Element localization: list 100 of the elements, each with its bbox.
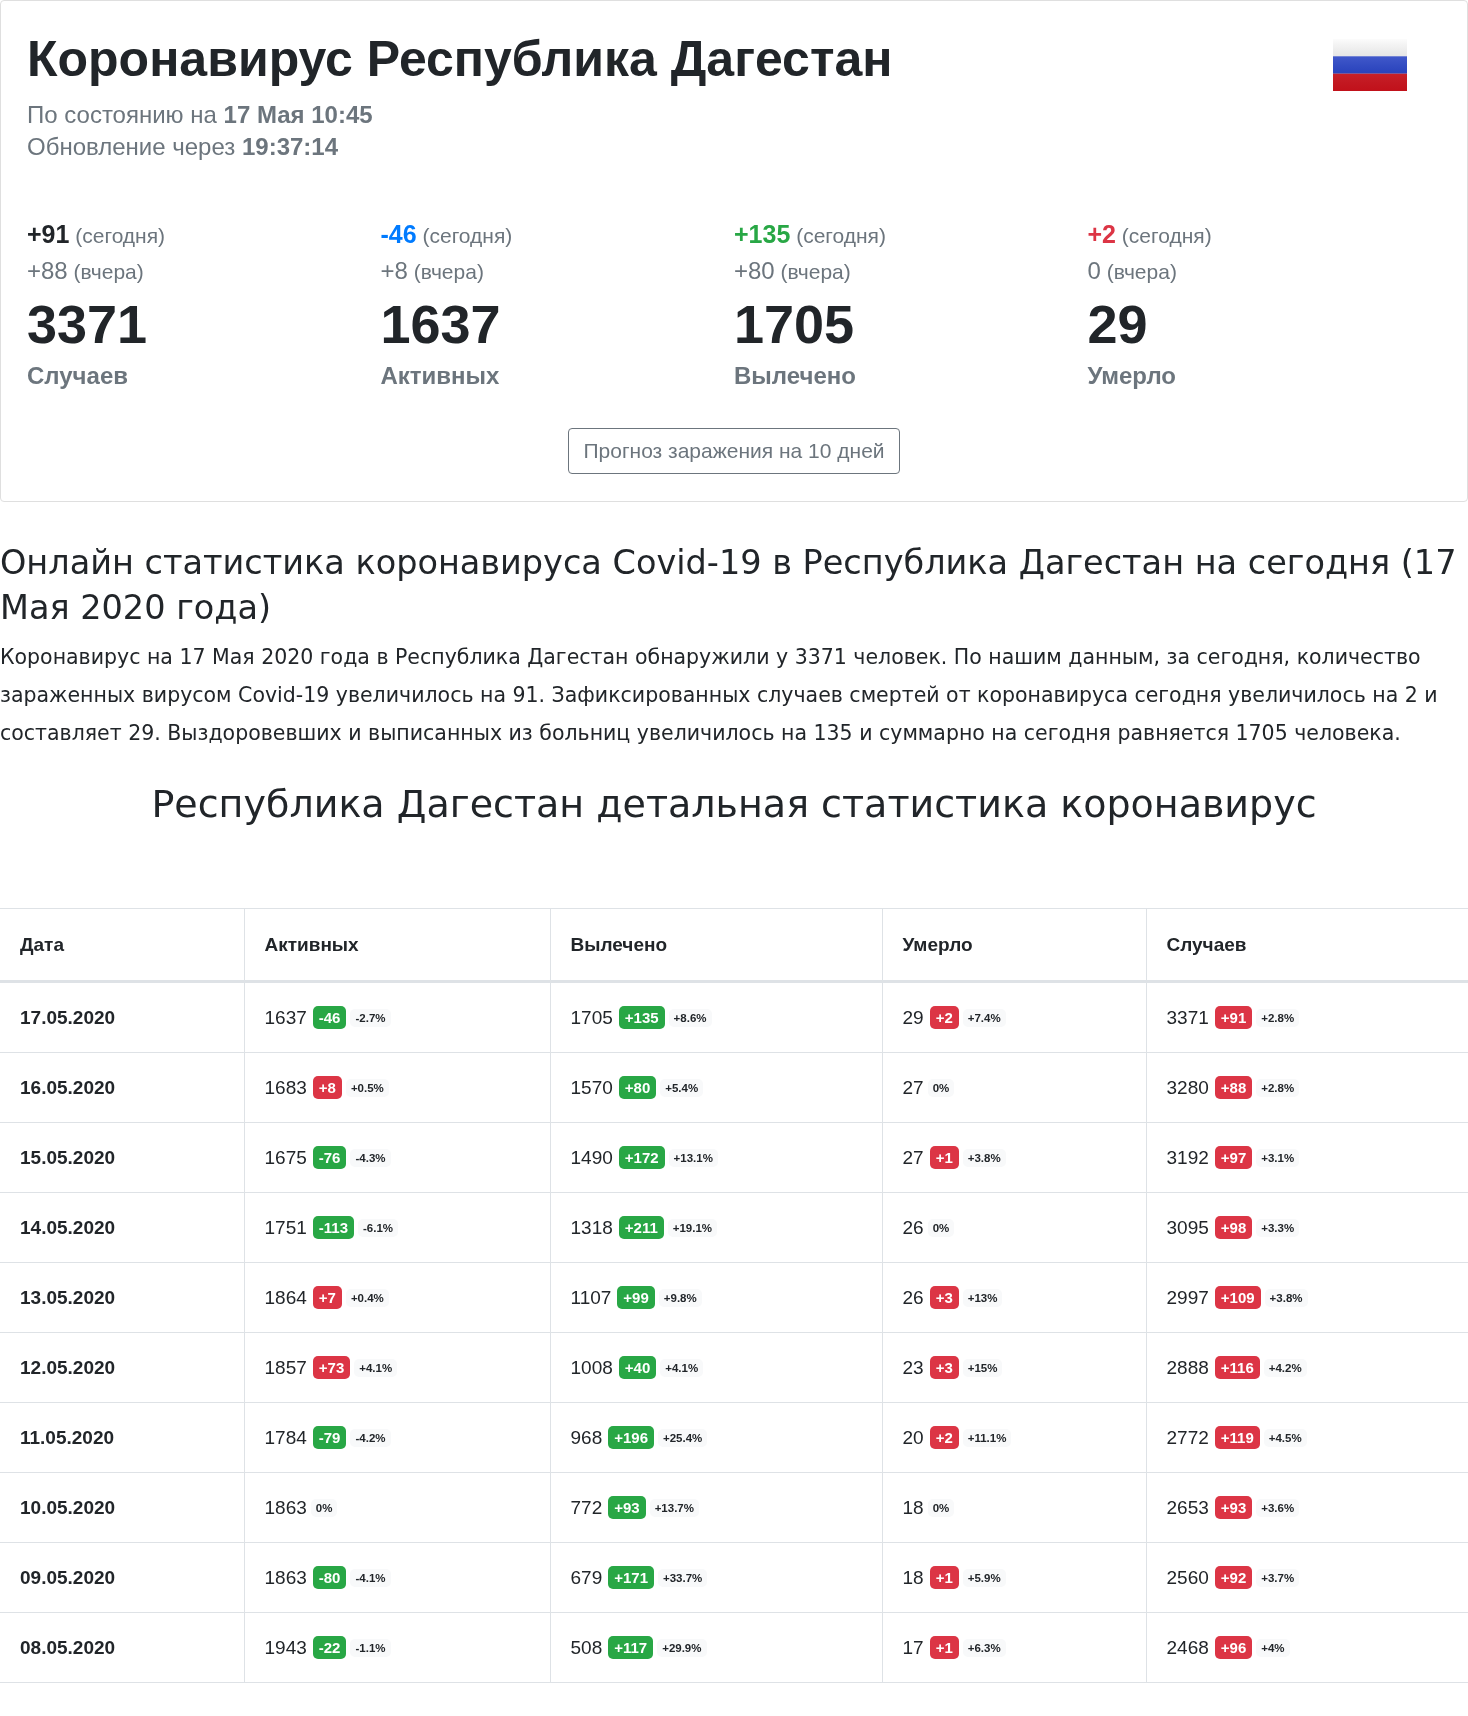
yesterday-note: (вчера) — [413, 260, 484, 283]
percent-badge: +3.6% — [1256, 1498, 1300, 1517]
change-badge: +1 — [929, 1146, 959, 1170]
article-heading: Онлайн статистика коронавируса Covid-19 в Республика Дагестан на сегодня (17 Мая 2020 года) — [0, 542, 1458, 629]
count-value: 2560 — [1166, 1566, 1209, 1589]
count-value: 3280 — [1166, 1076, 1209, 1099]
change-badge: +92 — [1214, 1566, 1253, 1590]
change-badge: +97 — [1214, 1146, 1253, 1170]
today-change: +135 — [734, 220, 791, 248]
count-value: 2468 — [1166, 1636, 1209, 1659]
count-value: 26 — [902, 1217, 924, 1239]
change-badge: -80 — [312, 1566, 347, 1590]
change-badge: +93 — [1214, 1496, 1253, 1520]
percent-badge: +2.8% — [1256, 1078, 1300, 1097]
count-value: 1318 — [570, 1216, 613, 1239]
percent-badge: +3.8% — [1264, 1288, 1308, 1307]
date-cell: 16.05.2020 — [0, 1052, 244, 1123]
percent-badge: +9.8% — [658, 1288, 702, 1307]
change-badge: +2 — [929, 1006, 959, 1030]
change-badge: +117 — [608, 1636, 654, 1660]
change-badge: -113 — [312, 1216, 354, 1240]
percent-badge: +3.3% — [1256, 1218, 1300, 1237]
count-value: 3095 — [1166, 1216, 1209, 1239]
percent-badge: +13.7% — [649, 1498, 699, 1517]
yesterday-note: (вчера) — [73, 260, 144, 283]
date-cell: 15.05.2020 — [0, 1122, 244, 1193]
change-badge: +96 — [1214, 1636, 1253, 1660]
count-value: 1857 — [264, 1356, 307, 1379]
change-badge: +1 — [929, 1636, 959, 1660]
count-value: 18 — [902, 1566, 924, 1589]
change-badge: +1 — [929, 1566, 959, 1590]
count-value: 772 — [570, 1496, 603, 1519]
article-text: Коронавирус на 17 Мая 2020 года в Республика Дагестан обнаружили у 3371 человек. По нашим данным, за сегодня, количество зараженных вирусом Covid-19 увеличилось на 91. Зафиксированных случаев смертей от коронавируса сегодня увеличилось на 2 и составляет 29. Выздоровевших и выписанных из больниц увеличилось на 135 и суммарно на сегодня равняется 1705 человека. — [0, 644, 1439, 747]
change-badge: +91 — [1214, 1006, 1253, 1030]
count-value: 3192 — [1166, 1146, 1209, 1169]
count-value: 17 — [902, 1636, 924, 1659]
yesterday-note: (вчера) — [780, 260, 851, 283]
change-badge: +40 — [618, 1356, 657, 1380]
percent-badge: +5.9% — [962, 1568, 1006, 1587]
total-count: 1637 — [380, 293, 502, 356]
percent-badge: 0% — [927, 1499, 955, 1517]
count-value: 29 — [902, 1006, 924, 1029]
total-count: 29 — [1087, 293, 1149, 356]
percent-badge: 0% — [310, 1499, 338, 1517]
percent-badge: -4.3% — [350, 1148, 391, 1167]
change-badge: +135 — [618, 1006, 665, 1030]
count-value: 23 — [902, 1356, 924, 1379]
forecast-button[interactable]: Прогноз заражения на 10 дней — [568, 428, 900, 474]
column-header: Активных — [244, 908, 550, 982]
stat-label: Вылечено — [734, 362, 857, 390]
column-header: Дата — [0, 908, 244, 982]
update-line: Обновление через 19:37:14 — [27, 132, 339, 162]
change-badge: +80 — [618, 1076, 657, 1100]
status-line: По состоянию на 17 Мая 10:45 — [27, 100, 374, 130]
percent-badge: +0.4% — [345, 1288, 389, 1307]
percent-badge: +3.7% — [1256, 1568, 1300, 1587]
count-value: 20 — [902, 1426, 924, 1449]
count-value: 1570 — [570, 1076, 613, 1099]
date-cell: 14.05.2020 — [0, 1192, 244, 1263]
percent-badge: -6.1% — [358, 1218, 399, 1237]
percent-badge: +4.1% — [354, 1358, 398, 1377]
count-value: 1863 — [264, 1497, 307, 1519]
today-change: +91 — [27, 220, 70, 248]
change-badge: +196 — [608, 1426, 654, 1450]
percent-badge: +13% — [962, 1288, 1003, 1307]
change-badge: +73 — [312, 1356, 351, 1380]
percent-badge: +3.1% — [1256, 1148, 1300, 1167]
today-note: (сегодня) — [1121, 224, 1212, 247]
count-value: 2772 — [1166, 1426, 1209, 1449]
yesterday-change: +80 — [734, 257, 775, 284]
change-badge: -79 — [312, 1426, 347, 1450]
change-badge: +8 — [312, 1076, 342, 1100]
change-badge: +171 — [608, 1566, 654, 1590]
percent-badge: +29.9% — [657, 1638, 707, 1657]
column-header: Случаев — [1146, 908, 1468, 982]
count-value: 18 — [902, 1497, 924, 1519]
date-cell: 11.05.2020 — [0, 1402, 244, 1473]
count-value: 1675 — [264, 1146, 307, 1169]
change-badge: +98 — [1214, 1216, 1253, 1240]
percent-badge: +6.3% — [962, 1638, 1006, 1657]
count-value: 679 — [570, 1566, 603, 1589]
today-note: (сегодня) — [422, 224, 513, 247]
stat-label: Активных — [380, 362, 501, 390]
count-value: 3371 — [1166, 1006, 1209, 1029]
date-cell: 13.05.2020 — [0, 1262, 244, 1333]
yesterday-change: +8 — [380, 257, 408, 284]
percent-badge: -2.7% — [350, 1008, 391, 1027]
percent-badge: +11.1% — [962, 1428, 1012, 1447]
change-badge: +3 — [929, 1286, 959, 1310]
count-value: 1683 — [264, 1076, 307, 1099]
percent-badge: -4.1% — [350, 1568, 391, 1587]
percent-badge: +7.4% — [962, 1008, 1006, 1027]
count-value: 1943 — [264, 1636, 307, 1659]
count-value: 1490 — [570, 1146, 613, 1169]
table-title: Республика Дагестан детальная статистика коронавирус — [150, 781, 1318, 828]
count-value: 27 — [902, 1077, 924, 1099]
percent-badge: +4% — [1256, 1638, 1290, 1657]
count-value: 968 — [570, 1426, 603, 1449]
count-value: 508 — [570, 1636, 603, 1659]
change-badge: +2 — [929, 1426, 959, 1450]
